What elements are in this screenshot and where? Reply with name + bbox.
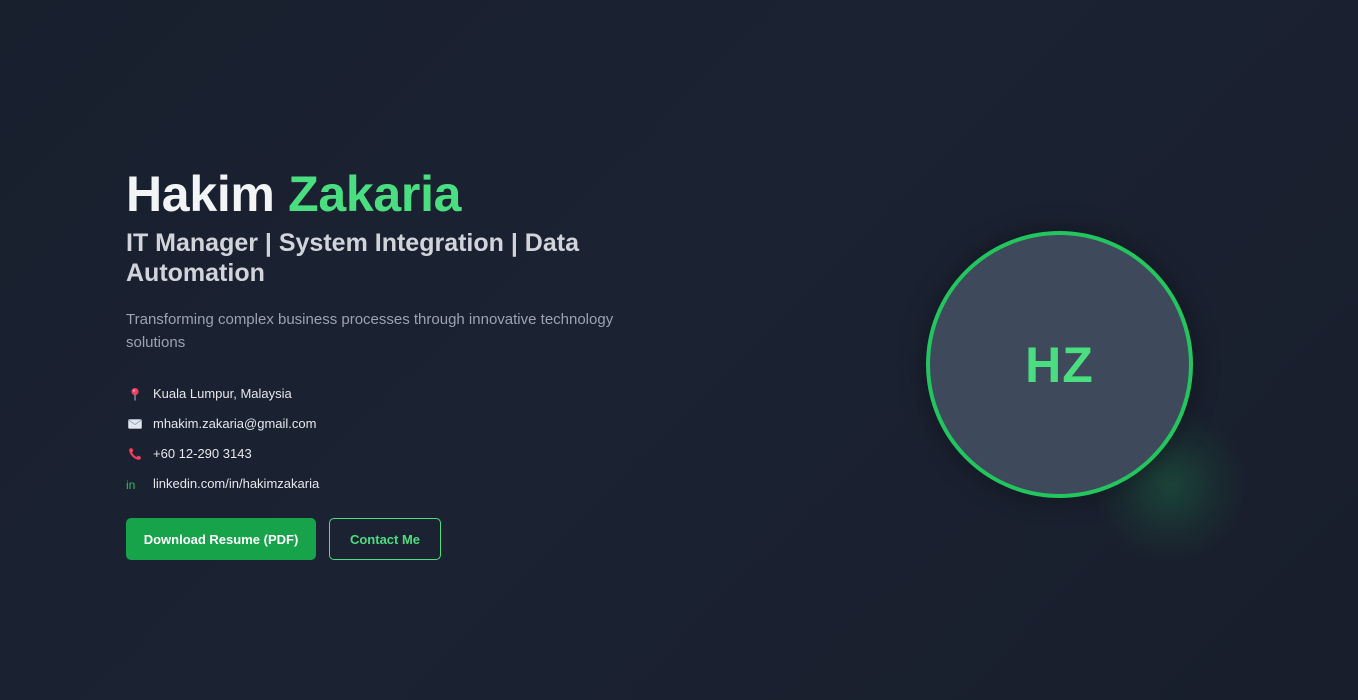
last-name: Zakaria bbox=[288, 166, 462, 222]
hero-intro: Hakim Zakaria IT Manager | System Integr… bbox=[126, 164, 646, 560]
contact-item-linkedin[interactable]: in linkedin.com/in/hakimzakaria bbox=[126, 468, 646, 498]
phone-icon bbox=[126, 445, 144, 463]
first-name: Hakim bbox=[126, 166, 275, 222]
linkedin-icon: in bbox=[126, 478, 136, 492]
contact-linkedin-text: linkedin.com/in/hakimzakaria bbox=[153, 475, 320, 491]
download-resume-button[interactable]: Download Resume (PDF) bbox=[126, 518, 316, 560]
envelope-icon bbox=[126, 415, 144, 433]
job-title: IT Manager | System Integration | Data A… bbox=[126, 229, 579, 287]
hero-section: Hakim Zakaria IT Manager | System Integr… bbox=[0, 0, 1358, 700]
contact-item-phone[interactable]: +60 12-290 3143 bbox=[126, 438, 646, 468]
avatar-initials: HZ bbox=[1025, 336, 1094, 393]
hero-name: Hakim Zakaria bbox=[126, 164, 646, 224]
contact-location-text: Kuala Lumpur, Malaysia bbox=[153, 385, 292, 401]
contact-me-button[interactable]: Contact Me bbox=[329, 518, 441, 560]
tagline: Transforming complex business processes … bbox=[126, 311, 614, 351]
contact-item-location: Kuala Lumpur, Malaysia bbox=[126, 378, 646, 408]
contact-phone-text: +60 12-290 3143 bbox=[153, 445, 252, 461]
avatar: HZ bbox=[926, 231, 1193, 498]
contact-email-text: mhakim.zakaria@gmail.com bbox=[153, 415, 317, 431]
location-pin-icon bbox=[126, 385, 144, 403]
contact-list: Kuala Lumpur, Malaysia mhakim.zakaria@gm… bbox=[126, 378, 646, 498]
contact-item-email[interactable]: mhakim.zakaria@gmail.com bbox=[126, 408, 646, 438]
hero-buttons: Download Resume (PDF) Contact Me bbox=[126, 518, 646, 560]
